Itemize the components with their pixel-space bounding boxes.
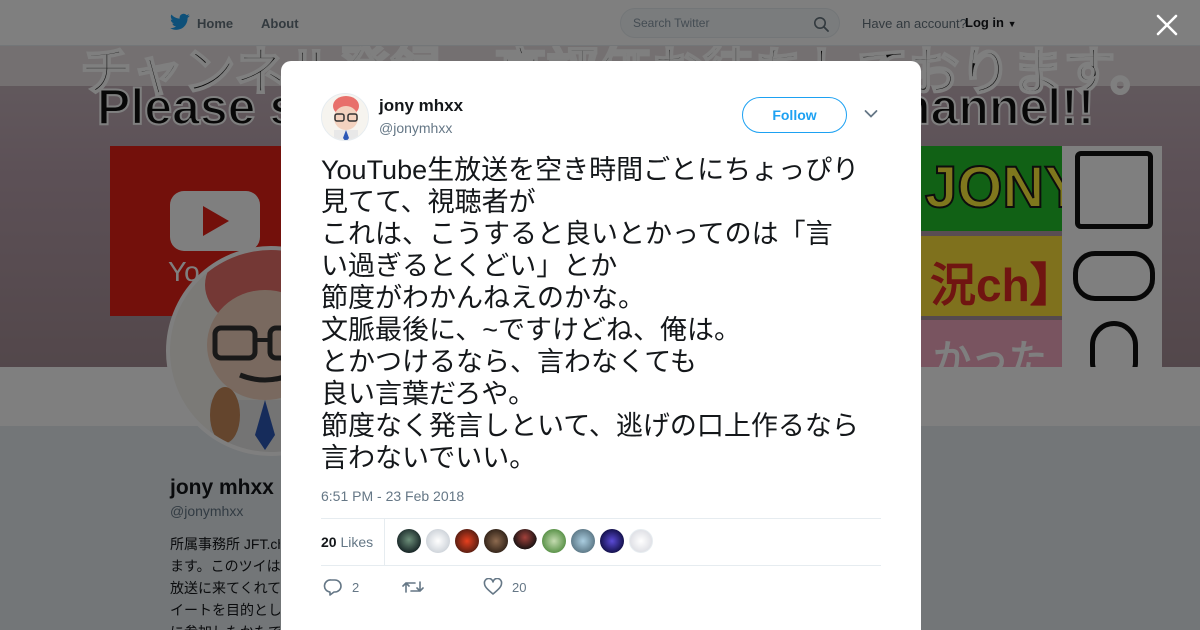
liker-avatar[interactable]: [426, 529, 450, 553]
liker-avatar[interactable]: [397, 529, 421, 553]
tweet-text-line: 節度なく発言しといて、逃げの口上作るなら: [321, 411, 859, 441]
liker-avatar[interactable]: [600, 529, 624, 553]
tweet-text-line: 節度がわかんねえのかな。: [321, 283, 645, 313]
divider: [321, 518, 881, 519]
liker-avatar[interactable]: [484, 529, 508, 553]
retweet-icon[interactable]: [402, 578, 424, 596]
likes-count: 20: [321, 534, 337, 550]
liker-avatar[interactable]: [542, 529, 566, 553]
reply-count: 2: [352, 580, 360, 595]
close-icon[interactable]: [1154, 12, 1180, 38]
tweet-modal: jony mhxx @jonymhxx Follow YouTube生放送を空き…: [281, 61, 921, 630]
likes-stat[interactable]: 20 Likes: [321, 534, 373, 550]
tweet-author-avatar[interactable]: [321, 93, 369, 141]
liker-avatar[interactable]: [629, 529, 653, 553]
tweet-text-line: い過ぎるとくどい」とか: [321, 251, 618, 281]
tweet-author-name[interactable]: jony mhxx: [379, 96, 463, 116]
heart-icon[interactable]: [483, 578, 503, 596]
chevron-down-icon[interactable]: [864, 109, 878, 119]
tweet-text-line: とかつけるなら、言わなくても: [321, 347, 697, 377]
tweet-text: YouTube生放送を空き時間ごとにちょっぴり 見てて、視聴者が これは、こうす…: [321, 154, 886, 474]
likes-label: Likes: [340, 534, 374, 550]
avatar-illustration: [322, 94, 368, 140]
reply-icon[interactable]: [323, 578, 343, 596]
tweet-text-line: 見てて、視聴者が: [321, 187, 536, 217]
tweet-text-line: 文脈最後に、~ですけどね、俺は。: [321, 315, 741, 345]
tweet-text-line: YouTube生放送を空き時間ごとにちょっぴり: [321, 155, 860, 185]
follow-button[interactable]: Follow: [742, 97, 847, 133]
tweet-author-handle[interactable]: @jonymhxx: [379, 120, 452, 136]
tweet-timestamp[interactable]: 6:51 PM - 23 Feb 2018: [321, 488, 464, 504]
tweet-text-line: 良い言葉だろや。: [321, 379, 536, 409]
liker-avatar[interactable]: [513, 529, 537, 553]
tweet-text-line: 言わないでいい。: [321, 443, 537, 473]
divider: [384, 519, 385, 565]
divider: [321, 565, 881, 566]
like-count: 20: [512, 580, 527, 595]
liker-avatar[interactable]: [455, 529, 479, 553]
tweet-text-line: これは、こうすると良いとかってのは「言: [321, 219, 833, 249]
liker-avatar[interactable]: [571, 529, 595, 553]
